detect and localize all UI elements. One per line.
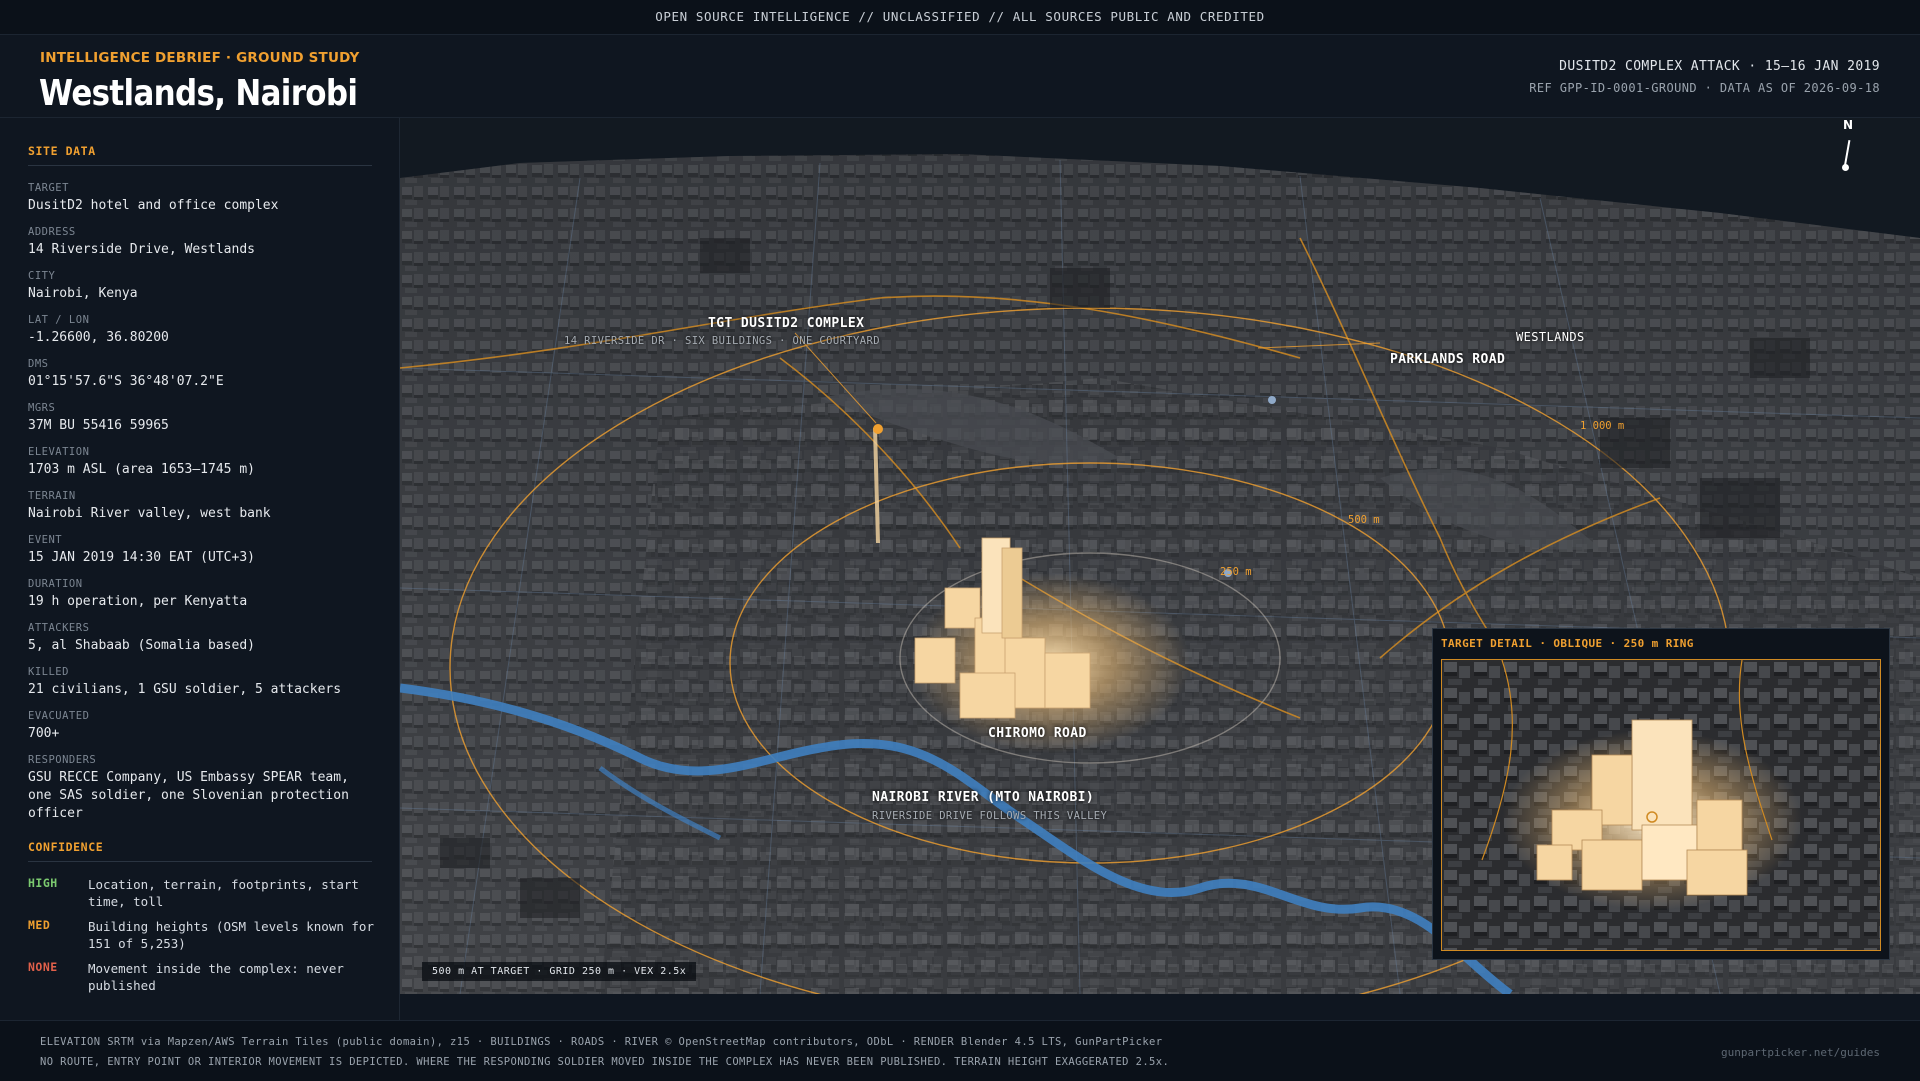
field-value: 14 Riverside Drive, Westlands [28,242,255,257]
field-event: EVENT 15 JAN 2019 14:30 EAT (UTC+3) [28,534,373,567]
field-value: 15 JAN 2019 14:30 EAT (UTC+3) [28,550,255,565]
inset-render [1442,660,1880,950]
confidence-text: Movement inside the complex: never publi… [88,961,344,993]
field-target: TARGET DusitD2 hotel and office complex [28,182,373,215]
field-value: 37M BU 55416 59965 [28,418,169,433]
field-value: 700+ [28,726,60,741]
parklands-road-label: PARKLANDS ROAD [1390,352,1506,367]
inset-title: TARGET DETAIL · OBLIQUE · 250 m RING [1441,637,1694,650]
ring-label-1000: 1 000 m [1580,420,1625,432]
divider [28,861,372,862]
field-label: ELEVATION [28,446,90,458]
field-value: 21 civilians, 1 GSU soldier, 5 attackers [28,682,342,697]
field-label: ADDRESS [28,226,76,238]
field-killed: KILLED 21 civilians, 1 GSU soldier, 5 at… [28,666,373,699]
field-responders: RESPONDERS GSU RECCE Company, US Embassy… [28,754,373,823]
disclaimer-line: NO ROUTE, ENTRY POINT OR INTERIOR MOVEME… [40,1056,1170,1068]
field-duration: DURATION 19 h operation, per Kenyatta [28,578,373,611]
field-lat-lon: LAT / LON -1.26600, 36.80200 [28,314,373,347]
field-value: Nairobi River valley, west bank [28,506,271,521]
field-value: GSU RECCE Company, US Embassy SPEAR team… [28,770,349,821]
ref-line: REF GPP-ID-0001-GROUND · DATA AS OF 2026… [1529,81,1880,95]
scale-bar: 500 m AT TARGET · GRID 250 m · VEX 2.5x [422,962,697,981]
field-label: EVENT [28,534,63,546]
divider [28,165,372,166]
field-attackers: ATTACKERS 5, al Shabaab (Somalia based) [28,622,373,655]
site-data-heading: SITE DATA [28,144,96,158]
north-label: N [1843,118,1854,132]
page-header: INTELLIGENCE DEBRIEF · GROUND STUDY West… [0,35,1920,118]
kicker-label: INTELLIGENCE DEBRIEF · GROUND STUDY [40,50,360,66]
field-label: MGRS [28,402,56,414]
field-evacuated: EVACUATED 700+ [28,710,373,743]
field-label: RESPONDERS [28,754,97,766]
chiromo-road-label: CHIROMO ROAD [988,726,1087,741]
page-title: Westlands, Nairobi [39,73,358,114]
westlands-label: WESTLANDS [1516,330,1585,344]
field-label: LAT / LON [28,314,90,326]
field-label: DMS [28,358,49,370]
field-label: TARGET [28,182,69,194]
field-label: CITY [28,270,56,282]
field-terrain: TERRAIN Nairobi River valley, west bank [28,490,373,523]
field-label: EVACUATED [28,710,90,722]
field-address: ADDRESS 14 Riverside Drive, Westlands [28,226,373,259]
target-sublabel: 14 RIVERSIDE DR · SIX BUILDINGS · ONE CO… [564,335,880,347]
confidence-level: MED [28,918,51,932]
confidence-heading: CONFIDENCE [28,840,104,854]
page-footer: ELEVATION SRTM via Mapzen/AWS Terrain Ti… [0,1020,1920,1081]
field-label: TERRAIN [28,490,76,502]
field-city: CITY Nairobi, Kenya [28,270,373,303]
event-line: DUSITD2 COMPLEX ATTACK · 15–16 JAN 2019 [1559,59,1880,74]
terrain-map-view[interactable]: N TGT DUSITD2 COMPLEX 14 RIVERSIDE DR · … [400,118,1920,994]
confidence-level: NONE [28,960,58,974]
confidence-text: Location, terrain, footprints, start tim… [88,877,359,909]
field-value: 01°15'57.6"S 36°48'07.2"E [28,374,224,389]
ring-label-250: 250 m [1220,566,1252,578]
confidence-level: HIGH [28,876,58,890]
target-detail-inset[interactable]: TARGET DETAIL · OBLIQUE · 250 m RING [1432,628,1890,960]
field-label: DURATION [28,578,83,590]
field-value: -1.26600, 36.80200 [28,330,169,345]
classification-banner: OPEN SOURCE INTELLIGENCE // UNCLASSIFIED… [0,0,1920,35]
field-elevation: ELEVATION 1703 m ASL (area 1653–1745 m) [28,446,373,479]
north-arrow: N [1840,118,1860,178]
source-link[interactable]: gunpartpicker.net/guides [1721,1046,1880,1059]
target-label[interactable]: TGT DUSITD2 COMPLEX [708,316,864,331]
field-label: KILLED [28,666,69,678]
field-value: 1703 m ASL (area 1653–1745 m) [28,462,255,477]
river-label: NAIROBI RIVER (MTO NAIROBI) [872,790,1095,805]
field-value: DusitD2 hotel and office complex [28,198,279,213]
field-value: Nairobi, Kenya [28,286,138,301]
north-dot [1842,164,1849,171]
river-sublabel: RIVERSIDE DRIVE FOLLOWS THIS VALLEY [872,810,1108,822]
field-mgrs: MGRS 37M BU 55416 59965 [28,402,373,435]
confidence-text: Building heights (OSM levels known for 1… [88,919,374,951]
field-dms: DMS 01°15'57.6"S 36°48'07.2"E [28,358,373,391]
credits-line: ELEVATION SRTM via Mapzen/AWS Terrain Ti… [40,1036,1163,1048]
ring-label-500: 500 m [1348,514,1380,526]
field-value: 19 h operation, per Kenyatta [28,594,248,609]
inset-oblique-render [1441,659,1881,951]
field-label: ATTACKERS [28,622,90,634]
field-value: 5, al Shabaab (Somalia based) [28,638,255,653]
site-data-sidebar: SITE DATA TARGET DusitD2 hotel and offic… [0,118,400,1020]
